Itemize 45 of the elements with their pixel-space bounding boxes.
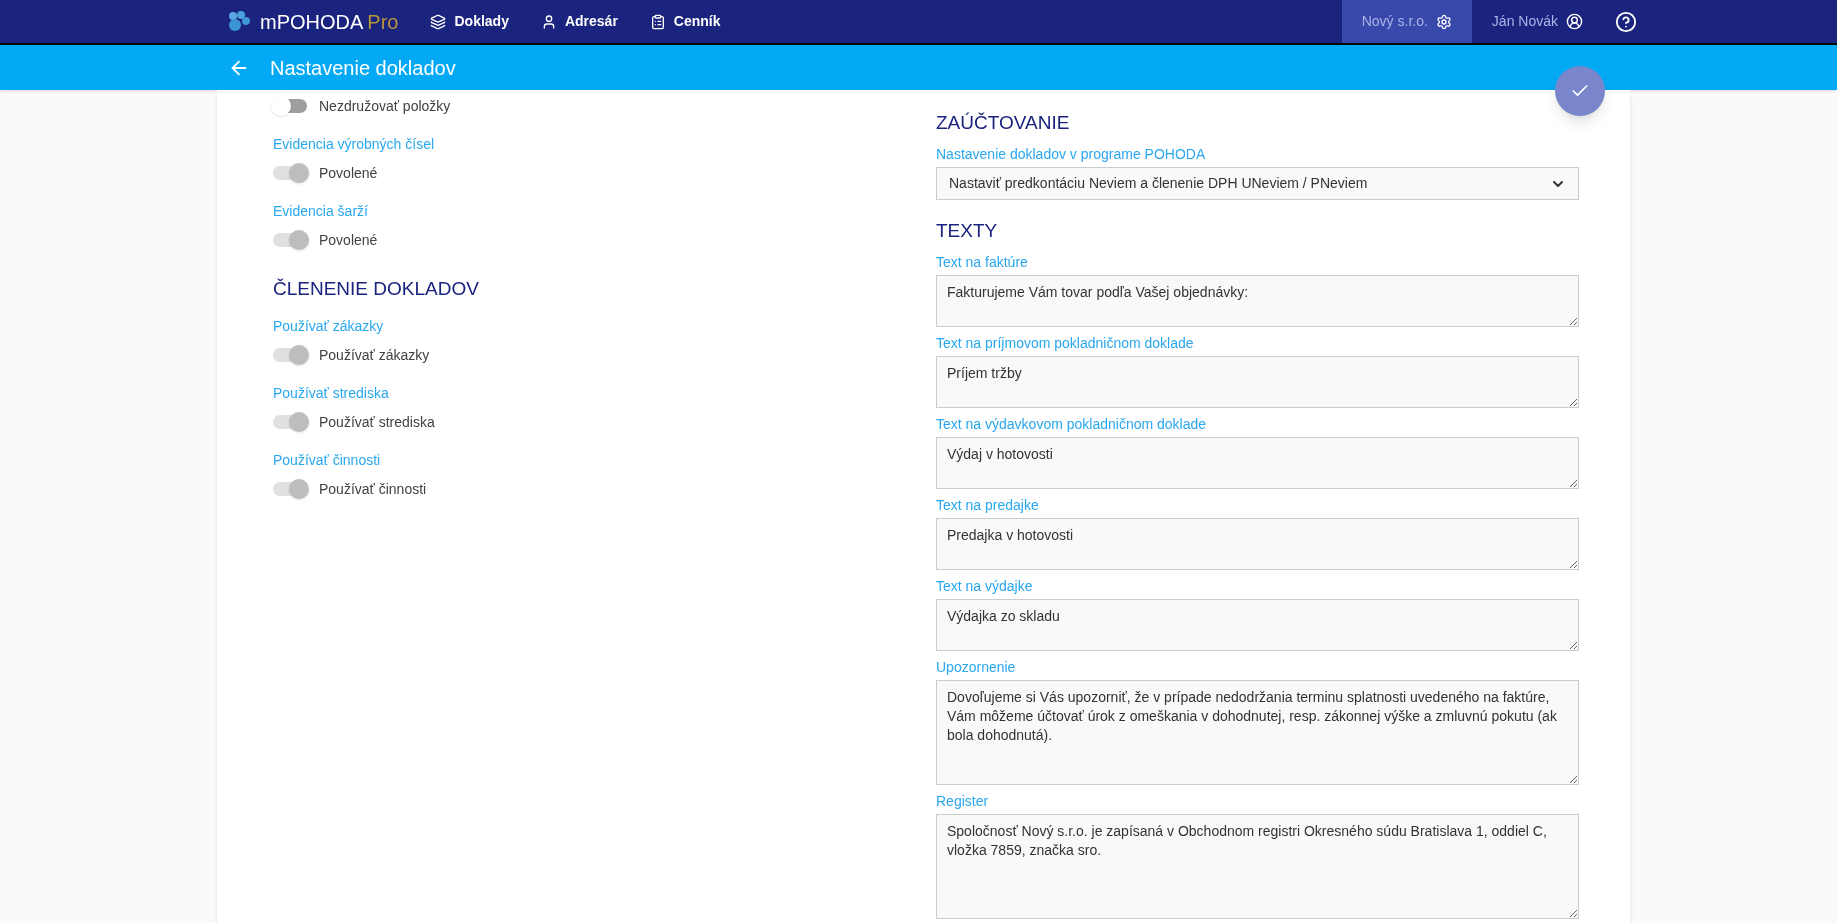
clipboard-icon <box>649 13 666 30</box>
toggle-label: Používať strediska <box>319 412 435 432</box>
text-area[interactable]: Výdajka zo skladu <box>936 599 1579 651</box>
select-field[interactable]: Nastaviť predkontáciu Neviem a členenie DPH UNeviem / PNeviem <box>936 167 1579 200</box>
toggle-switch[interactable] <box>273 99 307 113</box>
text-area[interactable]: Fakturujeme Vám tovar podľa Vašej objednávky: <box>936 275 1579 327</box>
field-label: Používať zákazky <box>273 318 384 334</box>
brand-name[interactable]: mPOHODA <box>260 6 364 37</box>
toggle-label: Nezdružovať položky <box>319 96 451 116</box>
help-icon[interactable] <box>1615 10 1637 33</box>
logo-icon <box>228 10 252 33</box>
toggle-label: Používať zákazky <box>319 345 430 365</box>
section-heading: TEXTY <box>936 220 998 242</box>
field-label: Text na predajke <box>936 497 1039 513</box>
field-label: Text na príjmovom pokladničnom doklade <box>936 335 1194 351</box>
page-title: Nastavenie dokladov <box>270 55 456 81</box>
nav-link[interactable]: Doklady <box>430 11 509 32</box>
nav-link[interactable]: Cenník <box>649 11 721 32</box>
field-label: Používať činnosti <box>273 452 381 468</box>
field-label: Text na výdajke <box>936 578 1033 594</box>
settings-icon <box>1435 13 1452 30</box>
text-area[interactable]: Spoločnosť Nový s.r.o. je zapísaná v Obchodnom registri Okresného súdu Bratislava 1, oddiel C, vložka 7859, značka sro. <box>936 814 1579 919</box>
text-area[interactable]: Predajka v hotovosti <box>936 518 1579 570</box>
text-area[interactable]: Príjem tržby <box>936 356 1579 408</box>
field-label: Text na faktúre <box>936 254 1028 270</box>
field-label: Evidencia šarží <box>273 203 368 219</box>
text-area[interactable]: Výdaj v hotovosti <box>936 437 1579 489</box>
toggle-label: Povolené <box>319 163 378 183</box>
field-label: Používať strediska <box>273 385 389 401</box>
toggle-label: Povolené <box>319 230 378 250</box>
field-label: Evidencia výrobných čísel <box>273 136 435 152</box>
field-label: Register <box>936 793 989 809</box>
user-icon <box>1566 13 1583 30</box>
user-button[interactable]: Ján Novák <box>1471 0 1603 43</box>
brand-suffix: Pro <box>367 9 399 35</box>
field-label: Text na výdavkovom pokladničnom doklade <box>936 416 1207 432</box>
field-label: Nastavenie dokladov v programe POHODA <box>936 146 1206 162</box>
text-area[interactable]: Dovoľujeme si Vás upozorniť, že v prípade nedodržania terminu splatnosti uvedeného na faktúre, Vám môžeme účtovať úrok z omeškania v dohodnutej, resp. zákonnej výške a zmluvnú pokutu (ak bola dohodnutá). <box>936 680 1579 785</box>
field-label: Upozornenie <box>936 659 1016 675</box>
nav-link[interactable]: Adresár <box>540 11 618 32</box>
section-heading: ZAÚČTOVANIE <box>936 112 1070 134</box>
stack-icon <box>430 13 447 30</box>
toggle-label: Používať činnosti <box>319 479 427 499</box>
company-button[interactable]: Nový s.r.o. <box>1341 0 1472 43</box>
section-heading: ČLENENIE DOKLADOV <box>273 278 479 300</box>
